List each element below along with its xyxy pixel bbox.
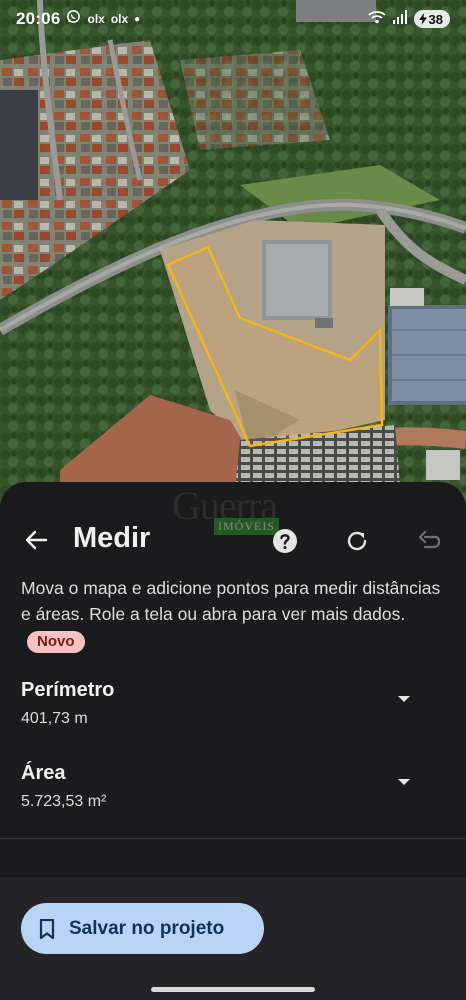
olx-icon: olx (87, 12, 105, 26)
undo-icon[interactable] (416, 528, 442, 554)
battery-level: 38 (428, 11, 443, 27)
section-divider (0, 838, 466, 839)
save-to-project-button[interactable]: Salvar no projeto (21, 903, 264, 954)
instructions-body: Mova o mapa e adicione pontos para medir… (21, 578, 441, 624)
instructions-text: Mova o mapa e adicione pontos para medir… (21, 575, 441, 653)
olx-icon: olx (110, 12, 129, 26)
area-label: Área (21, 762, 66, 784)
satellite-map[interactable] (0, 0, 466, 520)
refresh-icon[interactable] (344, 528, 370, 554)
charging-bolt-icon (418, 13, 427, 25)
perimeter-label: Perímetro (21, 679, 115, 701)
status-bar: 20:06 olx olx ● 38 (0, 0, 466, 38)
area-row[interactable]: Área 5.723,53 m² (21, 762, 441, 811)
back-arrow-icon[interactable] (22, 526, 50, 554)
bookmark-icon (39, 918, 55, 939)
home-indicator[interactable] (151, 987, 315, 992)
clock: 20:06 (16, 9, 61, 28)
chevron-down-icon[interactable] (397, 774, 411, 785)
page-title: Medir (73, 522, 151, 554)
perimeter-row[interactable]: Perímetro 401,73 m (21, 679, 441, 728)
signal-icon (392, 9, 407, 29)
wifi-icon (367, 10, 386, 29)
help-icon[interactable] (272, 528, 298, 554)
chevron-down-icon[interactable] (397, 691, 411, 702)
more-notifications-icon: ● (134, 13, 141, 25)
map-imagery (0, 0, 466, 520)
perimeter-value: 401,73 m (21, 710, 88, 727)
battery-indicator: 38 (413, 10, 450, 28)
new-badge: Novo (27, 631, 85, 653)
whatsapp-icon (66, 9, 81, 29)
area-value: 5.723,53 m² (21, 793, 107, 810)
save-button-label: Salvar no projeto (69, 917, 225, 939)
sheet-header: Medir (0, 518, 466, 562)
